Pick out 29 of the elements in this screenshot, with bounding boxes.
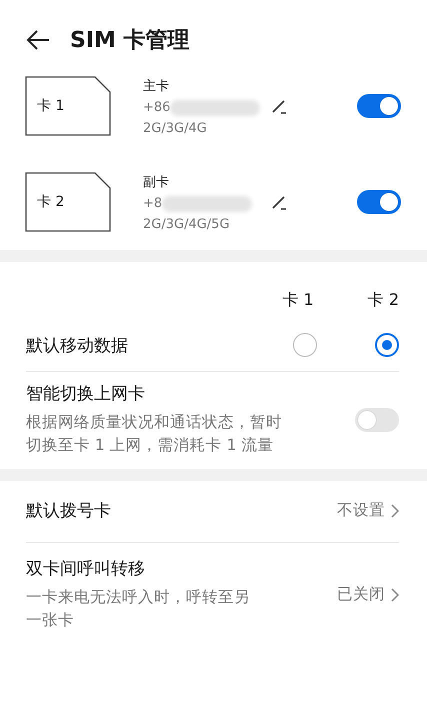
sim-role: 主卡 [143, 78, 170, 94]
edit-icon[interactable] [271, 98, 287, 114]
setting-description: 根据网络质量状况和通话状态，暂时切换至卡 1 上网，需消耗卡 1 流量 [26, 412, 282, 456]
edit-icon[interactable] [271, 194, 287, 210]
smart-switch-toggle[interactable] [355, 408, 399, 432]
page-title: SIM 卡管理 [70, 27, 190, 55]
column-header: 卡 2 [368, 290, 399, 311]
back-button[interactable] [26, 30, 50, 50]
setting-description: 一卡来电无法呼入时，呼转至另一张卡 [26, 587, 251, 631]
radio-button[interactable] [293, 333, 317, 357]
phone-number: +86 [143, 100, 170, 115]
setting-value[interactable]: 不设置 [337, 500, 399, 521]
sim-slot-label: 卡 2 [37, 193, 64, 211]
sim-toggle[interactable] [357, 94, 401, 118]
sim-toggle[interactable] [357, 190, 401, 214]
setting-title: 智能切换上网卡 [26, 383, 146, 405]
sim-slot-label: 卡 1 [37, 97, 64, 115]
setting-title: 默认拨号卡 [26, 500, 111, 522]
network-types: 2G/3G/4G/5G [143, 216, 231, 232]
network-types: 2G/3G/4G [143, 120, 208, 136]
sim-role: 副卡 [143, 174, 170, 190]
column-header: 卡 1 [282, 290, 314, 311]
setting-value[interactable]: 已关闭 [337, 584, 399, 605]
phone-number: +8 [143, 196, 162, 211]
setting-title: 默认移动数据 [26, 334, 128, 356]
setting-title: 双卡间呼叫转移 [26, 558, 146, 580]
chevron-right-icon [391, 504, 399, 518]
chevron-right-icon [391, 588, 399, 602]
radio-button[interactable] [375, 333, 399, 357]
